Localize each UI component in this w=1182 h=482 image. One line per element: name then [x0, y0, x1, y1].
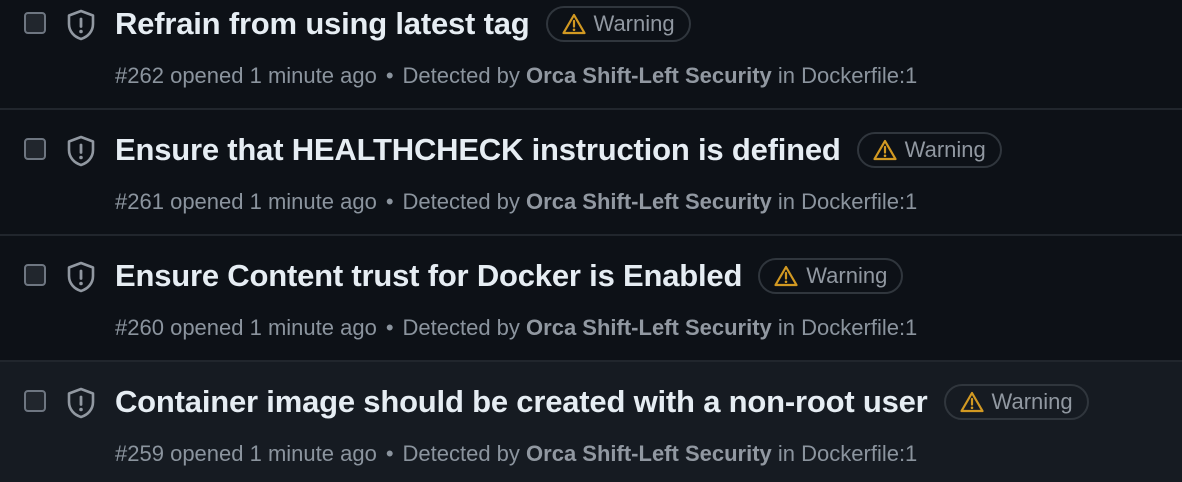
alert-triangle-icon: [959, 391, 984, 413]
severity-label: Warning: [991, 389, 1073, 414]
shield-icon: [67, 9, 95, 41]
alert-title[interactable]: Ensure that HEALTHCHECK instruction is d…: [115, 132, 841, 168]
opened-time: opened 1 minute ago: [170, 189, 377, 214]
opened-time: opened 1 minute ago: [170, 315, 377, 340]
title-line: Ensure that HEALTHCHECK instruction is d…: [115, 132, 1002, 168]
title-line: Refrain from using latest tag Warning: [115, 6, 691, 42]
shield-icon: [67, 135, 95, 167]
detected-prefix: Detected by: [402, 63, 520, 88]
detected-prefix: Detected by: [402, 315, 520, 340]
file-location: Dockerfile:1: [801, 315, 918, 340]
select-checkbox[interactable]: [24, 12, 46, 34]
severity-badge: Warning: [758, 258, 904, 294]
severity-badge: Warning: [545, 6, 691, 42]
alert-number: #261: [115, 189, 164, 214]
alert-row[interactable]: Ensure Content trust for Docker is Enabl…: [0, 236, 1182, 362]
alert-meta: #259 opened 1 minute ago • Detected by Orc…: [115, 441, 918, 466]
select-checkbox[interactable]: [24, 138, 46, 160]
alert-meta: #260 opened 1 minute ago • Detected by Orc…: [115, 315, 918, 340]
opened-time: opened 1 minute ago: [170, 63, 377, 88]
severity-badge: Warning: [943, 384, 1089, 420]
location-prefix: in: [777, 315, 796, 340]
alert-title[interactable]: Ensure Content trust for Docker is Enabl…: [115, 258, 742, 294]
alert-row[interactable]: Container image should be created with a…: [0, 362, 1182, 482]
shield-icon: [67, 387, 95, 419]
alert-triangle-icon: [873, 139, 897, 161]
severity-label: Warning: [593, 11, 675, 36]
location-prefix: in: [777, 63, 796, 88]
severity-badge: Warning: [856, 132, 1002, 168]
alert-title[interactable]: Container image should be created with a…: [115, 384, 928, 420]
shield-icon: [67, 261, 95, 293]
severity-label: Warning: [904, 137, 986, 162]
title-line: Container image should be created with a…: [115, 384, 1089, 420]
alert-number: #259: [115, 441, 164, 466]
file-location: Dockerfile:1: [801, 441, 918, 466]
location-prefix: in: [777, 441, 796, 466]
alert-title[interactable]: Refrain from using latest tag: [115, 6, 530, 42]
tool-source: Orca Shift-Left Security: [526, 189, 772, 214]
tool-source: Orca Shift-Left Security: [526, 63, 772, 88]
alert-number: #262: [115, 63, 164, 88]
alert-triangle-icon: [774, 265, 798, 287]
alert-triangle-icon: [561, 13, 586, 35]
alert-number: #260: [115, 315, 164, 340]
file-location: Dockerfile:1: [801, 63, 918, 88]
select-checkbox[interactable]: [24, 264, 46, 286]
alert-meta: #262 opened 1 minute ago • Detected by Orc…: [115, 63, 918, 88]
file-location: Dockerfile:1: [801, 189, 918, 214]
detected-prefix: Detected by: [402, 189, 520, 214]
alert-list: Refrain from using latest tag Warning #2…: [0, 0, 1182, 482]
alert-row[interactable]: Ensure that HEALTHCHECK instruction is d…: [0, 110, 1182, 236]
severity-label: Warning: [806, 263, 888, 288]
alert-row[interactable]: Refrain from using latest tag Warning #2…: [0, 0, 1182, 110]
detected-prefix: Detected by: [402, 441, 520, 466]
location-prefix: in: [777, 189, 796, 214]
opened-time: opened 1 minute ago: [170, 441, 377, 466]
alert-meta: #261 opened 1 minute ago • Detected by Orc…: [115, 189, 918, 214]
tool-source: Orca Shift-Left Security: [526, 441, 772, 466]
title-line: Ensure Content trust for Docker is Enabl…: [115, 258, 904, 294]
tool-source: Orca Shift-Left Security: [526, 315, 772, 340]
select-checkbox[interactable]: [24, 390, 46, 412]
